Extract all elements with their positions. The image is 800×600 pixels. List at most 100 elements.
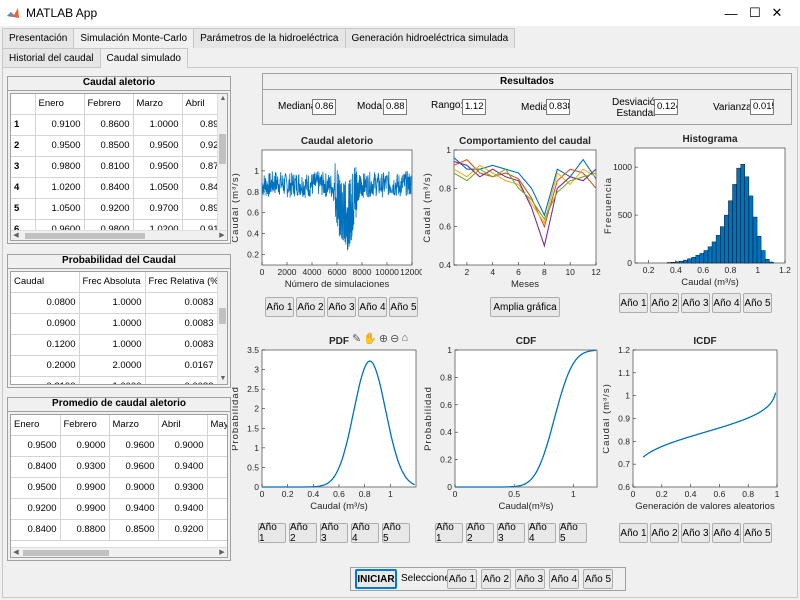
table-cell[interactable]: 0 bbox=[207, 498, 227, 520]
table-row[interactable]: 0.95000.99000.90000.93000 bbox=[11, 477, 227, 499]
scroll-right-icon[interactable]: ▶ bbox=[217, 548, 227, 557]
year-5-button[interactable]: Año 5 bbox=[743, 293, 772, 313]
vertical-scrollbar[interactable]: ▼ bbox=[217, 272, 227, 384]
table-cell[interactable]: 0.9800 bbox=[35, 156, 85, 178]
table-row[interactable]: 0.95000.90000.96000.90000 bbox=[11, 435, 227, 457]
close-button[interactable]: ✕ bbox=[754, 0, 800, 26]
table-cell[interactable]: 0.89 bbox=[182, 114, 223, 136]
year-2-button[interactable]: Año 2 bbox=[650, 523, 679, 543]
tab-generacion-hidroelectrica[interactable]: Generación hidroeléctrica simulada bbox=[344, 28, 516, 48]
tab-simulacion-monte-carlo[interactable]: Simulación Monte-Carlo bbox=[73, 28, 195, 48]
year-1-button[interactable]: Año 1 bbox=[619, 293, 648, 313]
desviacion-field[interactable]: 0.124 bbox=[654, 99, 678, 115]
table-cell[interactable]: 0.9200 bbox=[11, 498, 61, 520]
table-cell[interactable]: 0.8400 bbox=[11, 519, 61, 541]
table-cell[interactable]: 0.0900 bbox=[11, 313, 80, 335]
table-cell[interactable]: 0 bbox=[207, 477, 227, 499]
tab-historial-caudal[interactable]: Historial del caudal bbox=[2, 48, 101, 68]
year-2-button[interactable]: Año 2 bbox=[289, 522, 317, 544]
table-cell[interactable]: 0.8100 bbox=[84, 156, 134, 178]
table-cell[interactable]: 1.0000 bbox=[79, 313, 146, 335]
table-cell[interactable]: 0.9700 bbox=[133, 198, 183, 220]
year-2-button[interactable]: Año 2 bbox=[296, 297, 325, 317]
table-cell[interactable]: 0.1200 bbox=[11, 334, 80, 356]
table-cell[interactable]: 0.0083 bbox=[145, 313, 218, 335]
table-cell[interactable]: 0.9100 bbox=[35, 114, 85, 136]
table-cell[interactable]: 0.9000 bbox=[109, 477, 159, 499]
table-cell[interactable]: 1.0500 bbox=[133, 177, 183, 199]
table-cell[interactable]: 1.0000 bbox=[133, 114, 183, 136]
table-cell[interactable]: 0.9400 bbox=[158, 456, 208, 478]
table-row[interactable]: 3 0.9800 0.8100 0.9500 0.87 bbox=[11, 156, 223, 178]
vertical-scrollbar[interactable]: ▲ bbox=[217, 94, 227, 230]
year-4-button[interactable]: Año 4 bbox=[712, 523, 741, 543]
rango-field[interactable]: 1.12 bbox=[462, 99, 486, 115]
table-row[interactable]: 0.0900 1.0000 0.0083 bbox=[11, 313, 218, 335]
probabilidad-caudal-table[interactable]: Caudal Frec Absoluta Frec Relativa (%) 0.08… bbox=[10, 271, 228, 385]
table-cell[interactable]: 2 bbox=[11, 135, 36, 157]
table-cell[interactable]: 0.9500 bbox=[133, 156, 183, 178]
table-cell[interactable]: 0.84 bbox=[182, 177, 223, 199]
caudal-aletorio-table[interactable]: Enero Febrero Marzo Abril 1 0.9100 0.8600 1.000… bbox=[10, 93, 228, 241]
table-cell[interactable]: 1.0000 bbox=[79, 292, 146, 314]
horizontal-scrollbar[interactable]: ◀ ▶ bbox=[11, 230, 227, 240]
table-row[interactable]: 1 0.9100 0.8600 1.0000 0.89 bbox=[11, 114, 223, 136]
year-5-button[interactable]: Año 5 bbox=[389, 297, 418, 317]
year-2-button[interactable]: Año 2 bbox=[466, 522, 494, 544]
table-cell[interactable]: 0.9400 bbox=[158, 498, 208, 520]
horizontal-scrollbar[interactable]: ◀ ▶ bbox=[11, 547, 227, 557]
table-row[interactable]: 0.84000.93000.96000.94000 bbox=[11, 456, 227, 478]
year-3-button[interactable]: Año 3 bbox=[320, 522, 348, 544]
year-1-button[interactable]: Año 1 bbox=[619, 523, 648, 543]
table-cell[interactable]: 3 bbox=[11, 156, 36, 178]
year-4-button[interactable]: Año 4 bbox=[549, 569, 579, 589]
iniciar-button[interactable]: INICIAR bbox=[355, 569, 397, 589]
zoom-in-icon[interactable]: ⊕ bbox=[379, 332, 388, 345]
table-cell[interactable]: 0.8400 bbox=[84, 177, 134, 199]
tab-parametros-hidroelectrica[interactable]: Parámetros de la hidroeléctrica bbox=[193, 28, 346, 48]
table-row[interactable]: 0.21001.00000.0083 bbox=[11, 376, 218, 384]
year-1-button[interactable]: Año 1 bbox=[258, 522, 286, 544]
table-cell[interactable]: 0.9900 bbox=[60, 477, 110, 499]
year-4-button[interactable]: Año 4 bbox=[351, 522, 379, 544]
table-cell[interactable]: 1.0000 bbox=[79, 334, 146, 356]
pan-icon[interactable]: ✋ bbox=[363, 332, 377, 345]
year-3-button[interactable]: Año 3 bbox=[681, 523, 710, 543]
year-4-button[interactable]: Año 4 bbox=[358, 297, 387, 317]
table-cell[interactable]: 0.9400 bbox=[109, 498, 159, 520]
year-2-button[interactable]: Año 2 bbox=[650, 293, 679, 313]
year-1-button[interactable]: Año 1 bbox=[265, 297, 294, 317]
scroll-left-icon[interactable]: ◀ bbox=[11, 231, 21, 240]
year-5-button[interactable]: Año 5 bbox=[583, 569, 613, 589]
moda-field[interactable]: 0.88 bbox=[383, 99, 407, 115]
scroll-right-icon[interactable]: ▶ bbox=[217, 231, 227, 240]
table-cell[interactable]: 1 bbox=[11, 114, 36, 136]
year-1-button[interactable]: Año 1 bbox=[435, 522, 463, 544]
table-row[interactable]: 0.2000 2.0000 0.0167 bbox=[11, 355, 218, 377]
table-cell[interactable]: 0.9500 bbox=[11, 435, 61, 457]
table-cell[interactable]: 0 bbox=[207, 456, 227, 478]
table-cell[interactable]: 4 bbox=[11, 177, 36, 199]
table-cell[interactable]: 0.8800 bbox=[60, 519, 110, 541]
table-cell[interactable]: 0.0800 bbox=[11, 292, 80, 314]
year-3-button[interactable]: Año 3 bbox=[681, 293, 710, 313]
year-3-button[interactable]: Año 3 bbox=[497, 522, 525, 544]
table-cell[interactable]: 0.9000 bbox=[158, 435, 208, 457]
table-row[interactable]: 4 1.0200 0.8400 1.0500 0.84 bbox=[11, 177, 223, 199]
scroll-left-icon[interactable]: ◀ bbox=[11, 548, 21, 557]
table-cell[interactable]: 2.0000 bbox=[79, 355, 146, 377]
zoom-out-icon[interactable]: ⊖ bbox=[390, 332, 399, 345]
table-cell[interactable]: 0 bbox=[207, 435, 227, 457]
varianza-field[interactable]: 0.015 bbox=[750, 99, 774, 115]
tab-caudal-simulado[interactable]: Caudal simulado bbox=[99, 48, 188, 68]
tab-presentacion[interactable]: Presentación bbox=[2, 28, 75, 48]
amplia-grafica-button[interactable]: Amplia gráfica bbox=[490, 297, 560, 317]
table-cell[interactable]: 0 bbox=[207, 519, 227, 541]
table-row[interactable]: 0.0800 1.0000 0.0083 bbox=[11, 292, 218, 314]
table-row[interactable]: 0.84000.88000.85000.92000 bbox=[11, 519, 227, 541]
table-cell[interactable]: 0.9900 bbox=[60, 498, 110, 520]
table-cell[interactable]: 0.9500 bbox=[11, 477, 61, 499]
table-cell[interactable]: 0.87 bbox=[182, 156, 223, 178]
mediana-field[interactable]: 0.86 bbox=[312, 99, 336, 115]
table-cell[interactable]: 0.8400 bbox=[11, 456, 61, 478]
